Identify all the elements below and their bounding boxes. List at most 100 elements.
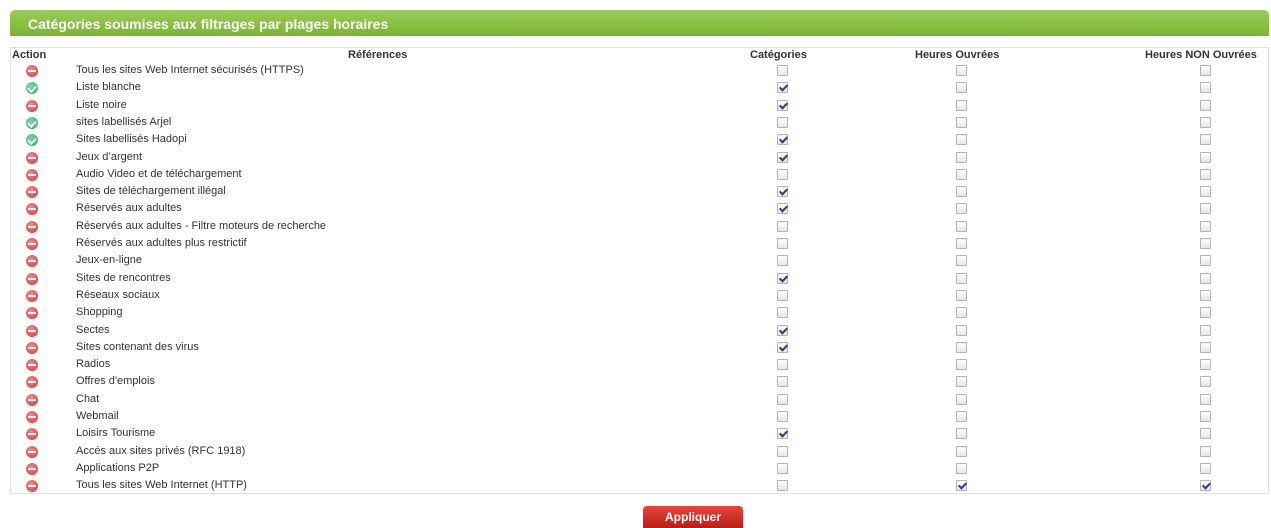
red-minus-circle-icon[interactable] xyxy=(26,393,38,406)
heures-non-ouvrees-checkbox[interactable] xyxy=(1200,272,1211,284)
heures-non-ouvrees-checkbox[interactable] xyxy=(1200,411,1211,422)
heures-non-ouvrees-checkbox[interactable] xyxy=(1200,116,1211,128)
categorie-checkbox[interactable] xyxy=(777,116,788,128)
red-minus-circle-icon[interactable] xyxy=(26,255,38,268)
red-minus-circle-icon[interactable] xyxy=(26,428,38,441)
heures-ouvrees-checkbox[interactable] xyxy=(956,168,967,180)
categorie-checkbox[interactable] xyxy=(777,324,788,336)
heures-ouvrees-checkbox[interactable] xyxy=(956,99,967,111)
categorie-checkbox[interactable] xyxy=(777,359,788,371)
heures-ouvrees-checkbox[interactable] xyxy=(956,65,967,76)
categorie-checkbox[interactable] xyxy=(777,376,788,388)
categorie-checkbox[interactable] xyxy=(777,428,788,440)
categorie-checkbox[interactable] xyxy=(777,238,788,249)
categorie-checkbox[interactable] xyxy=(777,255,788,267)
red-minus-circle-icon[interactable] xyxy=(26,411,38,423)
categorie-checkbox[interactable] xyxy=(777,480,788,492)
categorie-checkbox[interactable] xyxy=(777,65,788,76)
red-minus-circle-icon[interactable] xyxy=(26,203,38,216)
heures-ouvrees-checkbox[interactable] xyxy=(956,134,967,146)
heures-non-ouvrees-checkbox[interactable] xyxy=(1200,376,1211,388)
heures-ouvrees-checkbox[interactable] xyxy=(956,186,967,198)
red-minus-circle-icon[interactable] xyxy=(26,359,38,372)
heures-non-ouvrees-checkbox[interactable] xyxy=(1200,341,1211,353)
heures-non-ouvrees-checkbox[interactable] xyxy=(1200,428,1211,440)
heures-ouvrees-checkbox[interactable] xyxy=(956,203,967,215)
categorie-checkbox[interactable] xyxy=(777,341,788,353)
categorie-checkbox[interactable] xyxy=(777,203,788,215)
red-minus-circle-icon[interactable] xyxy=(26,341,38,354)
red-minus-circle-icon[interactable] xyxy=(26,289,38,302)
red-minus-circle-icon[interactable] xyxy=(26,65,38,77)
heures-non-ouvrees-checkbox[interactable] xyxy=(1200,186,1211,198)
heures-non-ouvrees-checkbox[interactable] xyxy=(1200,255,1211,267)
heures-non-ouvrees-checkbox[interactable] xyxy=(1200,238,1211,249)
apply-button[interactable]: Appliquer xyxy=(643,506,743,528)
heures-non-ouvrees-checkbox[interactable] xyxy=(1200,324,1211,336)
heures-ouvrees-checkbox[interactable] xyxy=(956,82,967,94)
heures-non-ouvrees-checkbox[interactable] xyxy=(1200,289,1211,301)
red-minus-circle-icon[interactable] xyxy=(26,168,38,181)
red-minus-circle-icon[interactable] xyxy=(26,220,38,233)
heures-non-ouvrees-checkbox[interactable] xyxy=(1200,393,1211,405)
red-minus-circle-icon[interactable] xyxy=(26,151,38,164)
heures-non-ouvrees-checkbox[interactable] xyxy=(1200,359,1211,371)
heures-non-ouvrees-checkbox[interactable] xyxy=(1200,307,1211,319)
heures-non-ouvrees-checkbox[interactable] xyxy=(1200,151,1211,163)
red-minus-circle-icon[interactable] xyxy=(26,445,38,458)
categorie-checkbox[interactable] xyxy=(777,186,788,198)
red-minus-circle-icon[interactable] xyxy=(26,376,38,389)
categorie-checkbox[interactable] xyxy=(777,134,788,146)
heures-non-ouvrees-checkbox[interactable] xyxy=(1200,220,1211,232)
categorie-checkbox[interactable] xyxy=(777,462,788,474)
heures-ouvrees-checkbox[interactable] xyxy=(956,307,967,319)
categorie-checkbox[interactable] xyxy=(777,411,788,422)
heures-non-ouvrees-checkbox[interactable] xyxy=(1200,203,1211,215)
heures-ouvrees-checkbox[interactable] xyxy=(956,289,967,301)
red-minus-circle-icon[interactable] xyxy=(26,99,38,112)
green-check-circle-icon[interactable] xyxy=(26,116,38,129)
heures-non-ouvrees-checkbox[interactable] xyxy=(1200,82,1211,94)
categorie-checkbox[interactable] xyxy=(777,393,788,405)
heures-ouvrees-checkbox[interactable] xyxy=(956,116,967,128)
categorie-checkbox[interactable] xyxy=(777,289,788,301)
heures-ouvrees-checkbox[interactable] xyxy=(956,480,967,492)
heures-non-ouvrees-checkbox[interactable] xyxy=(1200,99,1211,111)
heures-ouvrees-checkbox[interactable] xyxy=(956,428,967,440)
categorie-checkbox[interactable] xyxy=(777,307,788,319)
red-minus-circle-icon[interactable] xyxy=(26,462,38,475)
heures-ouvrees-checkbox[interactable] xyxy=(956,393,967,405)
heures-non-ouvrees-checkbox[interactable] xyxy=(1200,445,1211,457)
heures-non-ouvrees-checkbox[interactable] xyxy=(1200,65,1211,76)
heures-non-ouvrees-checkbox[interactable] xyxy=(1200,462,1211,474)
red-minus-circle-icon[interactable] xyxy=(26,307,38,320)
red-minus-circle-icon[interactable] xyxy=(26,238,38,250)
heures-ouvrees-checkbox[interactable] xyxy=(956,255,967,267)
categorie-checkbox[interactable] xyxy=(777,220,788,232)
categorie-checkbox[interactable] xyxy=(777,445,788,457)
categorie-checkbox[interactable] xyxy=(777,99,788,111)
heures-ouvrees-checkbox[interactable] xyxy=(956,324,967,336)
red-minus-circle-icon[interactable] xyxy=(26,324,38,337)
heures-ouvrees-checkbox[interactable] xyxy=(956,411,967,422)
green-check-circle-icon[interactable] xyxy=(26,134,38,147)
heures-ouvrees-checkbox[interactable] xyxy=(956,359,967,371)
red-minus-circle-icon[interactable] xyxy=(26,186,38,199)
heures-ouvrees-checkbox[interactable] xyxy=(956,220,967,232)
heures-ouvrees-checkbox[interactable] xyxy=(956,238,967,249)
heures-non-ouvrees-checkbox[interactable] xyxy=(1200,168,1211,180)
categorie-checkbox[interactable] xyxy=(777,272,788,284)
red-minus-circle-icon[interactable] xyxy=(26,480,38,493)
categorie-checkbox[interactable] xyxy=(777,82,788,94)
heures-ouvrees-checkbox[interactable] xyxy=(956,376,967,388)
heures-ouvrees-checkbox[interactable] xyxy=(956,341,967,353)
categorie-checkbox[interactable] xyxy=(777,168,788,180)
categorie-checkbox[interactable] xyxy=(777,151,788,163)
heures-ouvrees-checkbox[interactable] xyxy=(956,462,967,474)
heures-ouvrees-checkbox[interactable] xyxy=(956,445,967,457)
heures-non-ouvrees-checkbox[interactable] xyxy=(1200,134,1211,146)
green-check-circle-icon[interactable] xyxy=(26,82,38,95)
heures-ouvrees-checkbox[interactable] xyxy=(956,272,967,284)
red-minus-circle-icon[interactable] xyxy=(26,272,38,285)
heures-non-ouvrees-checkbox[interactable] xyxy=(1200,480,1211,492)
